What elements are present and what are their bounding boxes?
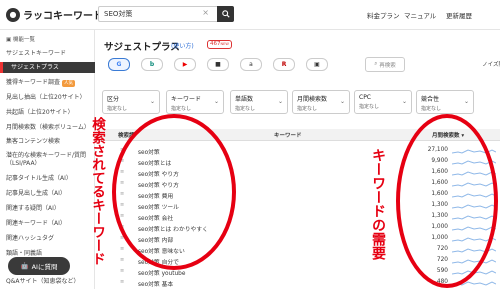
video-icon: ■ bbox=[215, 61, 221, 68]
filter-keyword[interactable]: キーワード指定なし ⌄ bbox=[166, 90, 224, 114]
count-unit: NEW bbox=[220, 42, 229, 46]
raccoon-logo-icon: ● bbox=[6, 7, 20, 22]
sidebar-item-related-ai[interactable]: 関連キーワード（AI） bbox=[0, 218, 95, 229]
robot-icon: 🤖 bbox=[20, 262, 29, 270]
rakuten-icon: R bbox=[281, 61, 287, 68]
source-google[interactable]: G bbox=[108, 58, 130, 71]
filter-label: 単語数 bbox=[235, 96, 254, 103]
nav-changelog[interactable]: 更新履歴 bbox=[446, 10, 472, 20]
filter-category[interactable]: 区分指定なし ⌄ bbox=[102, 90, 160, 114]
sidebar-item-headings[interactable]: 見出し抽出（上位20サイト） bbox=[0, 92, 95, 103]
sidebar-item-suggest-plus[interactable]: サジェストプラス bbox=[0, 62, 95, 73]
filter-value: 指定なし bbox=[421, 106, 442, 112]
keyword-highlight-ring bbox=[112, 114, 236, 270]
sidebar-item-label: 獲得キーワード調査 bbox=[6, 79, 61, 86]
sidebar-title-label: 機能一覧 bbox=[12, 37, 35, 43]
drag-handle-icon[interactable]: ≡ bbox=[120, 246, 124, 252]
sidebar-item-acquired[interactable]: 獲得キーワード調査 人気 bbox=[0, 77, 95, 88]
keyword-cell[interactable]: seo対策 基本 bbox=[138, 279, 173, 288]
filter-words[interactable]: 単語数指定なし ⌄ bbox=[230, 90, 288, 114]
bing-icon: b bbox=[149, 61, 155, 68]
filter-value: 指定なし bbox=[171, 106, 192, 112]
chevron-down-icon: ⌄ bbox=[401, 98, 407, 105]
drag-handle-icon[interactable]: ≡ bbox=[120, 257, 124, 263]
count-value: 467 bbox=[210, 41, 221, 47]
filter-value: 指定なし bbox=[359, 104, 380, 110]
chevron-down-icon: ⌄ bbox=[339, 98, 345, 105]
chevron-down-icon: ⌄ bbox=[149, 98, 155, 105]
filter-value: 指定なし bbox=[107, 106, 128, 112]
chevron-down-icon: ⌄ bbox=[277, 98, 283, 105]
filter-label: キーワード bbox=[171, 96, 202, 103]
annotation-searched-keywords: 検索されてるキーワード bbox=[89, 117, 105, 266]
research-button[interactable]: ⌕ 再検索 bbox=[365, 57, 405, 72]
search-icon: ⌕ bbox=[374, 61, 378, 67]
image-icon: ▣ bbox=[314, 61, 320, 68]
clear-icon[interactable]: × bbox=[202, 8, 209, 17]
drag-handle-icon[interactable]: ≡ bbox=[120, 268, 124, 274]
source-image[interactable]: ▣ bbox=[306, 58, 328, 71]
col-keyword-header[interactable]: キーワード bbox=[274, 131, 302, 139]
filter-label: CPC bbox=[359, 94, 371, 101]
logo[interactable]: ● ラッコキーワード bbox=[6, 7, 103, 22]
filter-label: 月間検索数 bbox=[297, 96, 328, 103]
sidebar-item-lsi[interactable]: 潜在的な検索キーワード/質問（LSI/PAA） bbox=[0, 152, 95, 172]
source-amazon[interactable]: a bbox=[240, 58, 262, 71]
research-label: 再検索 bbox=[379, 62, 396, 69]
youtube-icon: ▶ bbox=[182, 61, 188, 68]
sidebar-item-volume[interactable]: 月間検索数（検索ボリューム） bbox=[0, 122, 95, 133]
popular-badge: 人気 bbox=[62, 80, 76, 87]
chevron-down-icon: ⌄ bbox=[463, 98, 469, 105]
ai-button-label: AIに質問 bbox=[31, 263, 58, 271]
logo-text: ラッコキーワード bbox=[23, 11, 103, 22]
sidebar-item-content[interactable]: 集客コンテンツ検索 bbox=[0, 136, 95, 147]
filter-label: 競合性 bbox=[421, 96, 440, 103]
sidebar-title: ▣ 機能一覧 bbox=[6, 37, 35, 43]
nav-pricing[interactable]: 料金プラン bbox=[367, 10, 400, 20]
sidebar-item-title-ai[interactable]: 記事タイトル生成（AI） bbox=[0, 173, 95, 184]
sidebar-item-suggest[interactable]: サジェストキーワード bbox=[0, 48, 95, 59]
source-rakuten[interactable]: R bbox=[273, 58, 295, 71]
ai-question-button[interactable]: 🤖 AIに質問 bbox=[8, 257, 70, 275]
sidebar-item-cooccurrence[interactable]: 共起語（上位20サイト） bbox=[0, 107, 95, 118]
search-icon bbox=[221, 10, 230, 18]
sidebar-item-qa[interactable]: Q&Aサイト（知恵袋など） bbox=[0, 276, 95, 287]
top-header: ● ラッコキーワード SEO対策 × 料金プラン マニュアル 更新履歴 bbox=[0, 0, 500, 30]
nav-manual[interactable]: マニュアル bbox=[404, 10, 436, 20]
sidebar-item-heading-ai[interactable]: 記事見出し生成（AI） bbox=[0, 188, 95, 199]
page-title: サジェストプラス bbox=[104, 42, 180, 53]
noise-filter-label[interactable]: ノイズ除 bbox=[482, 60, 500, 68]
filter-cpc[interactable]: CPC 指定なし ⌄ bbox=[354, 90, 412, 114]
volume-highlight-ring bbox=[396, 114, 498, 288]
howto-link[interactable]: (使い方) bbox=[171, 41, 194, 50]
source-bing[interactable]: b bbox=[141, 58, 163, 71]
count-badge: 467NEW bbox=[207, 40, 232, 49]
filter-value: 指定なし bbox=[235, 106, 256, 112]
filter-volume[interactable]: 月間検索数指定なし ⌄ bbox=[292, 90, 350, 114]
amazon-icon: a bbox=[249, 61, 253, 68]
google-icon: G bbox=[116, 61, 122, 68]
search-button[interactable] bbox=[217, 6, 234, 22]
sidebar-item-hashtag[interactable]: 関連ハッシュタグ bbox=[0, 233, 95, 244]
annotation-keyword-demand: キーワードの需要 bbox=[370, 148, 386, 260]
source-youtube[interactable]: ▶ bbox=[174, 58, 196, 71]
sidebar-item-question-ai[interactable]: 関連する疑問（AI） bbox=[0, 203, 95, 214]
sidebar: ▣ 機能一覧 サジェストキーワード サジェストプラス 獲得キーワード調査 人気 見… bbox=[0, 30, 95, 289]
source-video[interactable]: ■ bbox=[207, 58, 229, 71]
drag-handle-icon[interactable]: ≡ bbox=[120, 279, 124, 285]
chevron-down-icon: ⌄ bbox=[213, 98, 219, 105]
filter-label: 区分 bbox=[107, 96, 120, 103]
search-box: SEO対策 × bbox=[98, 6, 234, 22]
search-input[interactable]: SEO対策 bbox=[104, 9, 132, 19]
filter-value: 指定なし bbox=[297, 106, 318, 112]
filter-competition[interactable]: 競合性指定なし ⌄ bbox=[416, 90, 474, 114]
